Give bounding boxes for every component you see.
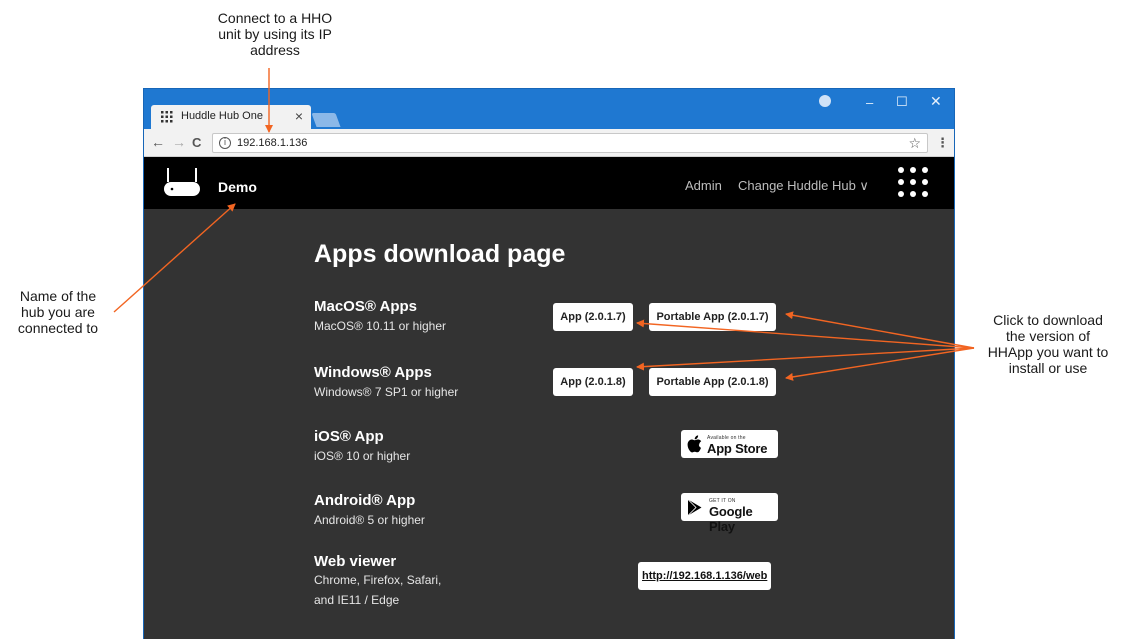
annotation-line: unit by using its IP [218,26,332,42]
app-requirement: Android® 5 or higher [314,513,425,527]
browser-tab[interactable]: Huddle Hub One × [151,105,311,129]
router-icon [164,168,200,196]
close-window-icon[interactable]: ✕ [930,93,942,110]
annotation-line: install or use [1008,360,1088,376]
annotation-download: Click to download the version of HHApp y… [960,312,1136,376]
annotation-line: HHApp you want to [987,344,1109,360]
annotation-line: connected to [17,320,99,336]
annotation-line: address [250,42,300,58]
app-requirement: iOS® 10 or higher [314,449,411,463]
admin-link[interactable]: Admin [685,178,722,193]
address-bar[interactable]: i 192.168.1.136 ☆ [212,133,928,153]
apple-icon [687,435,702,453]
info-icon[interactable]: i [219,137,231,149]
windows-portable-app-download-button[interactable]: Portable App (2.0.1.8) [649,368,776,396]
app-section-title: Android® App [314,492,416,509]
bookmark-star-icon[interactable]: ☆ [908,135,921,152]
browser-toolbar: ← → C i 192.168.1.136 ☆ ⋮ [144,129,954,157]
annotation-ip-address: Connect to a HHO unit by using its IP ad… [190,10,360,58]
apps-grid-icon [161,111,173,123]
title-bar: Huddle Hub One × – ☐ ✕ [144,89,954,129]
url-text[interactable]: 192.168.1.136 [237,137,307,149]
site-header: Demo Admin Change Huddle Hub ∨ [144,157,954,209]
macos-portable-app-download-button[interactable]: Portable App (2.0.1.7) [649,303,776,331]
app-requirement: and IE11 / Edge [314,593,400,607]
change-huddle-hub-dropdown[interactable]: Change Huddle Hub ∨ [738,178,869,194]
page-content: Demo Admin Change Huddle Hub ∨ Apps down… [144,157,954,639]
app-requirement: MacOS® 10.11 or higher [314,319,447,333]
annotation-hub-name: Name of the hub you are connected to [0,288,116,336]
new-tab-button[interactable] [311,113,341,127]
app-section-title: MacOS® Apps [314,298,418,315]
annotation-line: Connect to a HHO [217,10,333,26]
app-requirement: Windows® 7 SP1 or higher [314,385,459,399]
browser-menu-icon[interactable]: ⋮ [936,135,949,151]
app-store-button[interactable]: Available on the App Store [681,430,778,458]
google-play-icon [687,499,702,516]
annotation-line: the version of [1005,328,1091,344]
browser-window: Huddle Hub One × – ☐ ✕ ← → C i 192.168.1… [143,88,955,639]
macos-app-download-button[interactable]: App (2.0.1.7) [553,303,633,331]
page-title: Apps download page [314,240,566,268]
tab-title: Huddle Hub One [181,110,263,122]
apps-grid-icon[interactable] [896,165,930,199]
annotation-line: Name of the [19,288,97,304]
store-name: App Store [707,441,768,456]
hub-name: Demo [218,179,257,195]
minimize-icon[interactable]: – [866,95,873,110]
app-section-title: Web viewer [314,553,397,570]
back-arrow-icon[interactable]: ← [151,134,165,150]
close-tab-icon[interactable]: × [295,108,303,124]
profile-icon[interactable] [819,95,831,107]
app-requirement: Chrome, Firefox, Safari, [314,573,442,587]
reload-icon[interactable]: C [192,135,201,150]
app-section-title: Windows® Apps [314,364,432,381]
web-viewer-link[interactable]: http://192.168.1.136/web [638,562,772,590]
google-play-button[interactable]: GET IT ON Google Play [681,493,778,534]
windows-app-download-button[interactable]: App (2.0.1.8) [553,368,633,396]
maximize-icon[interactable]: ☐ [896,94,908,110]
annotation-line: Click to download [993,312,1103,328]
annotation-line: hub you are [21,304,95,320]
app-section-title: iOS® App [314,428,384,445]
forward-arrow-icon[interactable]: → [172,134,186,150]
store-name: Google Play [709,504,753,534]
